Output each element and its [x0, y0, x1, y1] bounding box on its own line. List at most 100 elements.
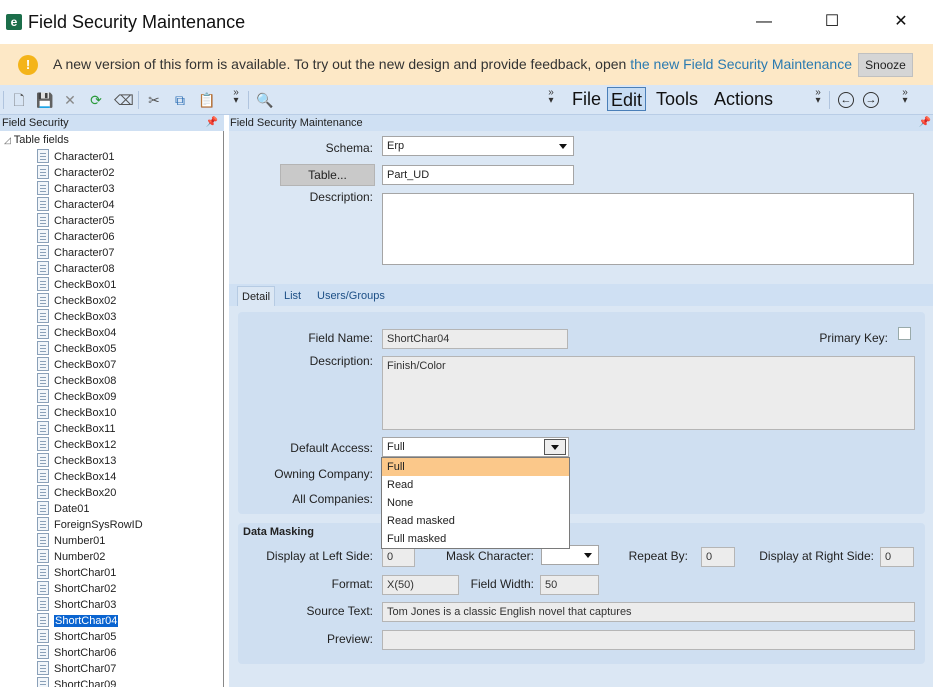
field-name-field[interactable]: ShortChar04: [382, 329, 568, 349]
schema-value: Erp: [387, 140, 405, 152]
data-masking-panel: Data Masking Display at Left Side: 0 Mas…: [238, 523, 925, 664]
preview-field[interactable]: [382, 630, 915, 650]
tree-item-label: ShortChar06: [54, 647, 117, 659]
tree-item[interactable]: CheckBox07: [37, 357, 116, 373]
combo-button[interactable]: [544, 439, 566, 455]
forward-icon[interactable]: →: [863, 92, 879, 108]
left-side-label: Display at Left Side:: [266, 549, 373, 563]
tree-item[interactable]: ShortChar01: [37, 565, 116, 581]
tree-item[interactable]: CheckBox02: [37, 293, 116, 309]
repeat-by-field[interactable]: 0: [701, 547, 735, 567]
tree-item-label: ShortChar03: [54, 599, 117, 611]
tree-item[interactable]: ShortChar02: [37, 581, 116, 597]
main-panel-title: Field Security Maintenance: [230, 117, 363, 129]
tree-item[interactable]: Number02: [37, 549, 105, 565]
table-field[interactable]: Part_UD: [382, 165, 574, 185]
schema-combo[interactable]: Erp: [382, 136, 574, 156]
tree-item[interactable]: Character08: [37, 261, 115, 277]
back-icon[interactable]: ←: [838, 92, 854, 108]
tree-item[interactable]: ShortChar04: [37, 613, 119, 629]
tree-item[interactable]: ShortChar09: [37, 677, 116, 687]
dropdown-option[interactable]: Full: [382, 458, 569, 476]
tree-item[interactable]: Character04: [37, 197, 115, 213]
refresh-icon[interactable]: ⟳: [88, 92, 104, 108]
tab-detail[interactable]: Detail: [237, 286, 276, 306]
new-icon[interactable]: 🗋: [11, 92, 27, 108]
toolbar-overflow-icon[interactable]: » ▾: [231, 88, 241, 106]
tree-item[interactable]: CheckBox12: [37, 437, 116, 453]
left-side-field[interactable]: 0: [382, 547, 415, 567]
maximize-button[interactable]: ☐: [809, 8, 855, 36]
save-icon[interactable]: 💾: [36, 92, 53, 108]
tab-users-groups[interactable]: Users/Groups: [313, 286, 389, 306]
tree-item[interactable]: CheckBox09: [37, 389, 116, 405]
tree-item-label: CheckBox05: [54, 343, 117, 355]
minimize-button[interactable]: —: [741, 8, 787, 36]
tree-item[interactable]: CheckBox05: [37, 341, 116, 357]
tree-item[interactable]: Character05: [37, 213, 115, 229]
paste-icon[interactable]: 📋: [198, 92, 215, 108]
tree-root[interactable]: ◿ Table fields: [4, 134, 69, 146]
field-icon: [37, 229, 49, 243]
tree-item[interactable]: ForeignSysRowID: [37, 517, 143, 533]
toolbar-overflow-icon[interactable]: » ▾: [546, 88, 556, 106]
pin-icon[interactable]: 📌: [206, 115, 218, 131]
default-access-value: Full: [387, 441, 405, 453]
dropdown-option[interactable]: Full masked: [382, 530, 569, 548]
tree-item[interactable]: CheckBox01: [37, 277, 116, 293]
menu-actions[interactable]: Actions: [711, 87, 776, 111]
tree-item[interactable]: CheckBox10: [37, 405, 116, 421]
tree-item[interactable]: Character07: [37, 245, 115, 261]
toolbar-overflow-icon[interactable]: » ▾: [900, 88, 910, 106]
source-text-field[interactable]: Tom Jones is a classic English novel tha…: [382, 602, 915, 622]
default-access-combo[interactable]: Full: [382, 437, 569, 457]
collapse-icon[interactable]: ◿: [4, 135, 11, 145]
cut-icon[interactable]: ✂: [146, 92, 162, 108]
table-button[interactable]: Table...: [280, 164, 375, 186]
search-icon[interactable]: 🔍: [256, 92, 273, 108]
tree-item[interactable]: CheckBox08: [37, 373, 116, 389]
tree-item[interactable]: ShortChar07: [37, 661, 116, 677]
close-button[interactable]: ✕: [878, 8, 924, 36]
tree-item-label: CheckBox04: [54, 327, 117, 339]
menu-edit[interactable]: Edit: [607, 87, 647, 111]
tree-item[interactable]: Character03: [37, 181, 115, 197]
tree-item[interactable]: ShortChar03: [37, 597, 116, 613]
tree-item[interactable]: CheckBox20: [37, 485, 116, 501]
tree-item[interactable]: ShortChar06: [37, 645, 116, 661]
menu-file[interactable]: File: [569, 87, 604, 111]
tree-item[interactable]: CheckBox04: [37, 325, 116, 341]
chevron-down-icon[interactable]: [559, 144, 567, 149]
tab-list[interactable]: List: [280, 286, 305, 306]
tree-item[interactable]: Character06: [37, 229, 115, 245]
tree-item[interactable]: Date01: [37, 501, 89, 517]
tree-item[interactable]: CheckBox14: [37, 469, 116, 485]
dropdown-option[interactable]: None: [382, 494, 569, 512]
pin-icon[interactable]: 📌: [919, 115, 931, 131]
right-side-field[interactable]: 0: [880, 547, 914, 567]
detail-description-field[interactable]: Finish/Color: [382, 356, 915, 430]
tree-item[interactable]: Character02: [37, 165, 115, 181]
snooze-button[interactable]: Snooze: [858, 53, 913, 77]
menu-tools[interactable]: Tools: [653, 87, 701, 111]
tree-item[interactable]: CheckBox11: [37, 421, 116, 437]
new-form-link[interactable]: the new Field Security Maintenance: [630, 56, 852, 72]
field-width-field[interactable]: 50: [540, 575, 599, 595]
tree-item[interactable]: CheckBox13: [37, 453, 116, 469]
tree-item[interactable]: CheckBox03: [37, 309, 116, 325]
primary-key-checkbox[interactable]: [898, 327, 911, 340]
primary-key-label: Primary Key:: [819, 331, 888, 345]
tree-item[interactable]: Number01: [37, 533, 105, 549]
tree-item[interactable]: ShortChar05: [37, 629, 116, 645]
dropdown-option[interactable]: Read masked: [382, 512, 569, 530]
tree-item-label: Character06: [54, 231, 115, 243]
description-field[interactable]: [382, 193, 914, 265]
delete-icon[interactable]: ✕: [62, 92, 78, 108]
dropdown-option[interactable]: Read: [382, 476, 569, 494]
copy-icon[interactable]: ⧉: [172, 92, 188, 108]
field-icon: [37, 165, 49, 179]
menu-overflow-icon[interactable]: » ▾: [813, 88, 823, 106]
chevron-down-icon[interactable]: [584, 553, 592, 558]
tree-item[interactable]: Character01: [37, 149, 115, 165]
clear-icon[interactable]: ⌫: [114, 92, 134, 108]
